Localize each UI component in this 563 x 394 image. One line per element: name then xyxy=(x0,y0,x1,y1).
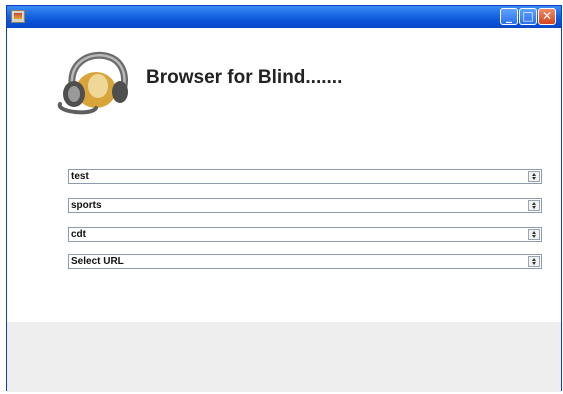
spinner-arrows-icon[interactable] xyxy=(528,171,540,182)
keyword-spinner-3[interactable]: cdt xyxy=(68,227,542,242)
spinner-arrows-icon[interactable] xyxy=(528,256,540,267)
keyword-spinner-2[interactable]: sports xyxy=(68,198,542,213)
spinner-value: Select URL xyxy=(71,256,124,267)
app-window: _ □ ✕ Browser for Blind....... test spor… xyxy=(6,5,562,392)
app-title: Browser for Blind....... xyxy=(146,67,343,88)
title-bar[interactable]: _ □ ✕ xyxy=(7,6,561,28)
minimize-button[interactable]: _ xyxy=(500,8,518,25)
bottom-panel xyxy=(7,322,561,392)
close-button[interactable]: ✕ xyxy=(538,8,556,25)
spinner-value: cdt xyxy=(71,229,86,240)
spinner-arrows-icon[interactable] xyxy=(528,229,540,240)
keyword-spinner-1[interactable]: test xyxy=(68,169,542,184)
headphones-icon xyxy=(57,51,128,115)
spinner-value: sports xyxy=(71,200,102,211)
java-app-icon[interactable] xyxy=(11,10,25,23)
main-content: Browser for Blind....... test sports cdt… xyxy=(7,28,561,392)
spinner-value: test xyxy=(71,171,89,182)
spinner-arrows-icon[interactable] xyxy=(528,200,540,211)
maximize-button[interactable]: □ xyxy=(519,8,537,25)
url-spinner[interactable]: Select URL xyxy=(68,254,542,269)
